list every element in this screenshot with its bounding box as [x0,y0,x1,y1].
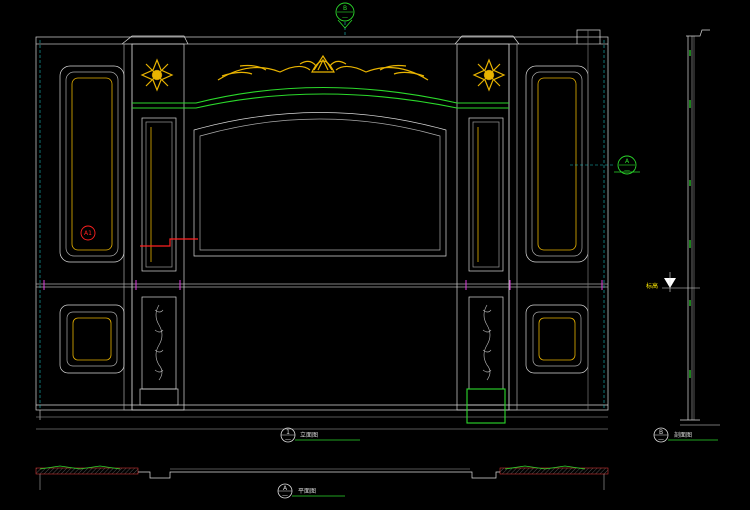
side-section-sub: — [624,167,630,174]
pilaster-carving [154,304,492,381]
main-title-number: 1 [286,429,290,436]
side-section [680,29,720,426]
side-section-letter: A [625,158,630,165]
plan-title-sub: — [282,492,288,499]
top-section-sub: — [342,14,348,21]
red-leader [140,238,198,247]
side-section-title: B — 剖面图 [653,427,718,443]
gold-panel-lines [71,77,577,361]
side-title-text: 剖面图 [674,431,692,439]
main-title-text: 立面图 [300,431,318,439]
main-title-sub: — [285,436,291,443]
level-tag: 标高 [646,282,658,290]
plan-section [35,465,609,490]
plan-title-text: 平面图 [298,488,316,495]
magenta-ticks [43,280,603,290]
cad-drawing-canvas: B — A — A1 1 — 立面图 标高 B — 剖面图 A — 平面图 [35,2,720,499]
side-title-letter: B [659,429,663,436]
main-elevation-title: 1 — 立面图 [280,427,360,443]
room-tag-label: A1 [84,230,92,237]
top-section-letter: B [343,5,347,12]
green-cornice [132,87,509,424]
section-marker-icon: A — [614,155,640,175]
ornament-icon [140,54,506,92]
room-tag: A1 [80,225,96,241]
cyan-guides [39,22,614,410]
plan-section-title: A — 平面图 [277,483,345,499]
main-elevation [35,29,609,430]
side-title-sub: — [658,436,664,443]
